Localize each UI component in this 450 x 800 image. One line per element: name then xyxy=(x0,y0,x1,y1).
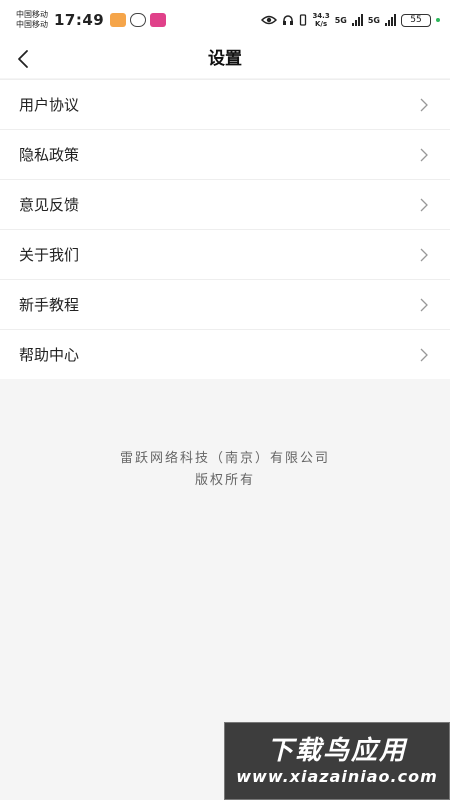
signal-icon xyxy=(351,14,363,26)
chevron-right-icon xyxy=(420,98,428,111)
page-title: 设置 xyxy=(208,49,242,69)
menu-item-label: 用户协议 xyxy=(19,96,80,114)
chevron-right-icon xyxy=(420,298,428,311)
menu-item-label: 意见反馈 xyxy=(19,196,80,214)
notification-icons xyxy=(110,13,167,27)
network-type-2: 5G xyxy=(367,15,380,25)
signal-icon xyxy=(385,14,396,26)
chevron-right-icon xyxy=(420,248,428,261)
rights-text: 版权所有 xyxy=(194,473,255,488)
chevron-right-icon xyxy=(420,348,428,361)
settings-menu: 用户协议 隐私政策 意见反馈 关于我们 新手教程 帮助中心 xyxy=(0,79,450,379)
status-dot xyxy=(436,18,440,22)
copyright-footer: 雷跃网络科技（南京）有限公司 版权所有 xyxy=(0,448,450,492)
status-indicators: 34.3 K/s 5G 5G 55 xyxy=(261,12,440,28)
app-notification-icon xyxy=(150,13,167,27)
menu-item-help-center[interactable]: 帮助中心 xyxy=(0,329,450,379)
speed-value: 34.3 xyxy=(312,12,330,20)
eye-icon xyxy=(261,15,278,25)
chevron-right-icon xyxy=(420,148,428,161)
carrier-1: 中国移动 xyxy=(16,10,48,19)
battery-level: 55 xyxy=(410,14,422,25)
menu-item-label: 新手教程 xyxy=(19,296,80,314)
menu-item-label: 隐私政策 xyxy=(19,146,80,164)
menu-item-label: 关于我们 xyxy=(19,246,80,264)
menu-item-tutorial[interactable]: 新手教程 xyxy=(0,279,450,329)
vibrate-icon xyxy=(300,14,307,26)
network-speed: 34.3 K/s xyxy=(312,12,329,28)
menu-item-privacy-policy[interactable]: 隐私政策 xyxy=(0,129,450,179)
nav-bar: 设置 xyxy=(0,40,450,78)
watermark-url: www.xiazainiao.com xyxy=(236,767,438,786)
clock: 17:49 xyxy=(54,11,105,29)
wechat-icon xyxy=(130,13,147,27)
status-bar: 中国移动 中国移动 17:49 34.3 K/s 5G 5G 55 xyxy=(0,0,450,40)
chevron-right-icon xyxy=(420,198,428,211)
watermark-logo: 下载鸟应用 www.xiazainiao.com xyxy=(224,722,450,800)
battery-icon: 55 xyxy=(401,13,431,27)
carrier-2: 中国移动 xyxy=(16,20,48,29)
headphones-icon xyxy=(283,15,294,25)
menu-item-label: 帮助中心 xyxy=(19,346,80,364)
app-notification-icon xyxy=(110,13,127,27)
company-name: 雷跃网络科技（南京）有限公司 xyxy=(119,451,330,466)
watermark-title: 下载鸟应用 xyxy=(266,736,407,766)
network-type-1: 5G xyxy=(334,15,347,25)
menu-item-about-us[interactable]: 关于我们 xyxy=(0,229,450,279)
speed-unit: K/s xyxy=(315,20,328,28)
menu-item-feedback[interactable]: 意见反馈 xyxy=(0,179,450,229)
carrier-info: 中国移动 中国移动 xyxy=(16,10,48,30)
menu-item-user-agreement[interactable]: 用户协议 xyxy=(0,79,450,129)
